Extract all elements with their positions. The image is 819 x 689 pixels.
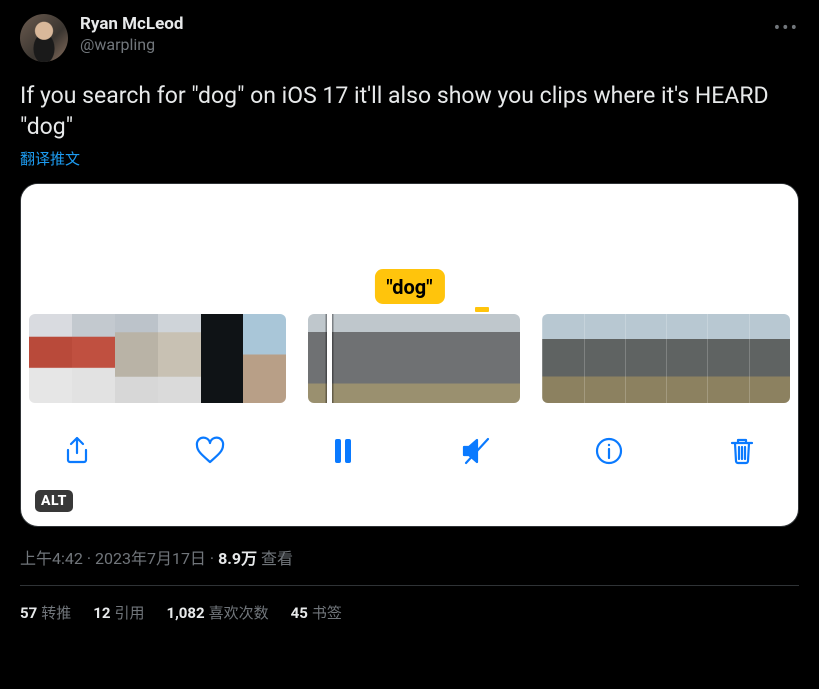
tweet-date[interactable]: 2023年7月17日 (95, 549, 206, 568)
clip-group[interactable] (542, 314, 790, 403)
clip-frame (243, 314, 286, 403)
stat-num: 45 (291, 604, 308, 622)
media-toolbar (21, 403, 798, 499)
clip-frame (201, 314, 244, 403)
clip-frame (414, 314, 467, 403)
clip-frame (308, 314, 361, 403)
stat-num: 12 (93, 604, 110, 622)
media-card[interactable]: "dog" (20, 183, 799, 527)
clip-frame (361, 314, 414, 403)
stat-likes[interactable]: 1,082 喜欢次数 (166, 602, 268, 623)
stat-label: 引用 (114, 604, 144, 622)
meta-sep: · (206, 549, 218, 568)
stat-quotes[interactable]: 12引用 (93, 602, 144, 623)
tweet-meta: 上午4:42 · 2023年7月17日 · 8.9万 查看 (20, 545, 799, 569)
translate-link[interactable]: 翻译推文 (20, 148, 799, 169)
video-timeline[interactable] (21, 314, 798, 403)
author-names[interactable]: Ryan McLeod @warpling (80, 14, 183, 55)
clip-frame (666, 314, 707, 403)
stat-label: 转推 (41, 604, 71, 622)
playhead-marker-icon (475, 307, 489, 312)
tweet-stats: 57转推 12引用 1,082 喜欢次数 45书签 (20, 586, 799, 623)
clip-frame (29, 314, 72, 403)
media-header-area: "dog" (21, 184, 798, 314)
clip-frame (467, 314, 520, 403)
clip-frame (749, 314, 790, 403)
stat-retweets[interactable]: 57转推 (20, 602, 71, 623)
clip-frame (542, 314, 583, 403)
meta-sep: · (83, 549, 95, 568)
mute-icon[interactable] (458, 433, 494, 469)
clip-frame (707, 314, 748, 403)
clip-frame (158, 314, 201, 403)
stat-num: 57 (20, 604, 37, 622)
clip-frame (584, 314, 625, 403)
heart-icon[interactable] (192, 433, 228, 469)
views-count: 8.9万 (218, 549, 257, 568)
trash-icon[interactable] (724, 433, 760, 469)
tweet-text: If you search for "dog" on iOS 17 it'll … (20, 80, 799, 142)
stat-label: 书签 (312, 604, 342, 622)
search-token-pill: "dog" (374, 269, 444, 304)
stat-num: 1,082 (166, 604, 204, 622)
playhead-icon[interactable] (327, 314, 332, 403)
tweet-container: Ryan McLeod @warpling ••• If you search … (0, 0, 819, 623)
stat-bookmarks[interactable]: 45书签 (291, 602, 342, 623)
tweet-header: Ryan McLeod @warpling ••• (20, 14, 799, 62)
share-icon[interactable] (59, 433, 95, 469)
clip-frame (625, 314, 666, 403)
views-label: 查看 (257, 549, 293, 568)
pause-icon[interactable] (325, 433, 361, 469)
more-icon[interactable]: ••• (770, 12, 803, 43)
tweet-time[interactable]: 上午4:42 (20, 549, 83, 568)
clip-frame (115, 314, 158, 403)
clip-group[interactable] (308, 314, 520, 403)
author-display-name: Ryan McLeod (80, 14, 183, 35)
author-handle: @warpling (80, 35, 183, 55)
info-icon[interactable] (591, 433, 627, 469)
clip-frame (72, 314, 115, 403)
stat-label: 喜欢次数 (209, 604, 269, 622)
alt-badge[interactable]: ALT (35, 490, 73, 512)
avatar[interactable] (20, 14, 68, 62)
clip-group[interactable] (29, 314, 286, 403)
